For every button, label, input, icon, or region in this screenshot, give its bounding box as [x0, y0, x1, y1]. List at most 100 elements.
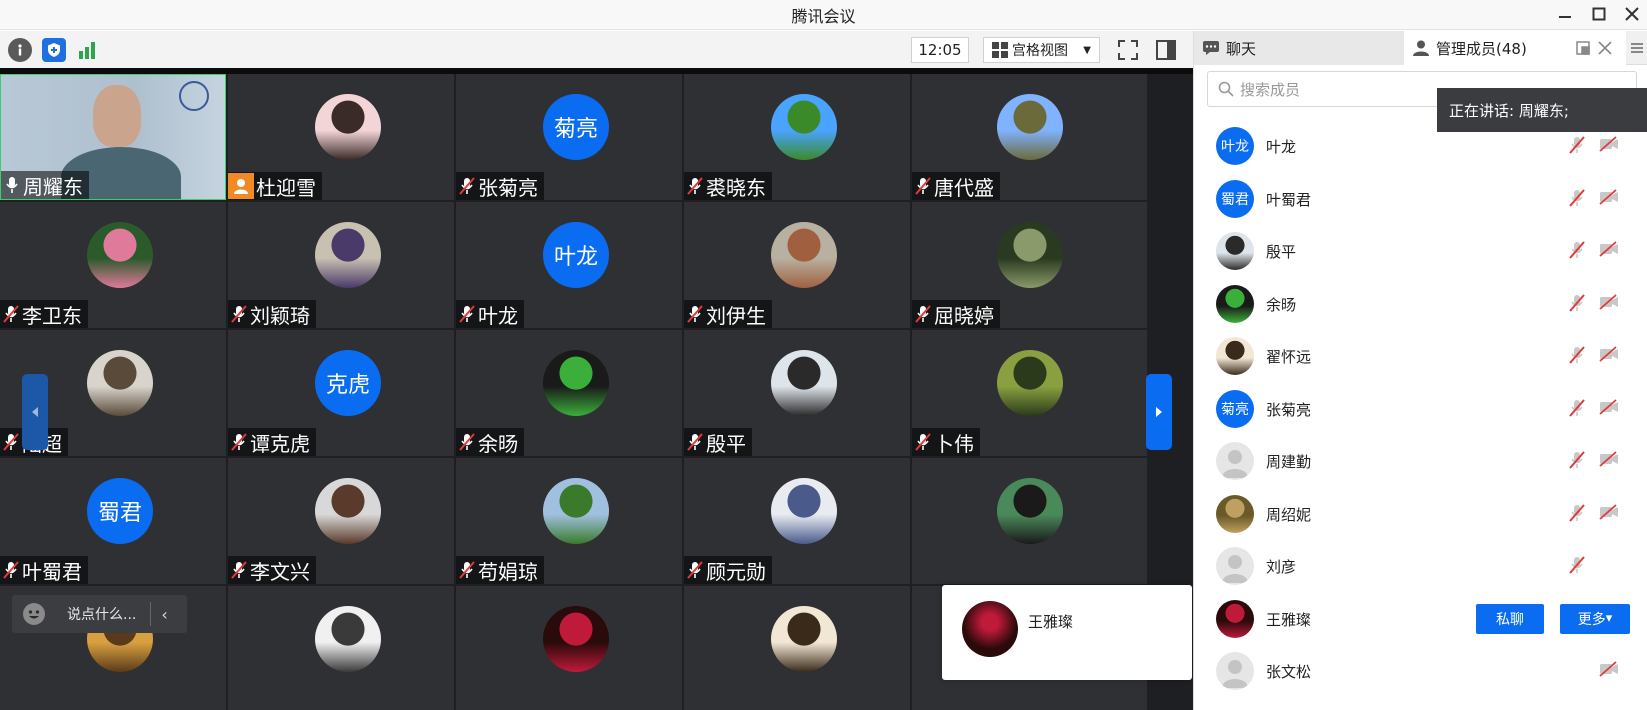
mic-muted-icon[interactable]: [1569, 556, 1589, 576]
security-shield-icon[interactable]: [42, 38, 66, 62]
participant-name-tag: 李卫东: [0, 300, 88, 328]
camera-off-icon[interactable]: [1599, 293, 1619, 314]
video-tile[interactable]: 菊亮 张菊亮: [456, 74, 682, 200]
member-row[interactable]: 周建勤: [1194, 434, 1647, 489]
member-avatar: [962, 601, 1018, 657]
member-row[interactable]: 殷平: [1194, 224, 1647, 279]
video-tile[interactable]: 刘颖琦: [228, 202, 454, 328]
search-icon: [1218, 81, 1234, 97]
tab-members[interactable]: 管理成员(48): [1404, 31, 1626, 65]
speaking-text: 正在讲话: 周耀东;: [1449, 101, 1569, 120]
avatar-text: 蜀君: [1221, 191, 1249, 208]
collapse-chevron-icon[interactable]: ‹: [161, 605, 167, 624]
avatar-text: 叶龙: [553, 245, 598, 270]
video-tile[interactable]: 裘晓东: [684, 74, 910, 200]
participant-name: 苟娟琼: [478, 559, 538, 584]
popout-icon[interactable]: [1576, 41, 1590, 59]
quick-chat-bar[interactable]: 说点什么... ‹: [12, 595, 187, 633]
mic-muted-icon: [230, 432, 248, 452]
video-tile[interactable]: 顾元勋: [684, 458, 910, 584]
participant-name: 唐代盛: [934, 175, 994, 200]
camera-off-icon[interactable]: [1599, 398, 1619, 419]
chat-input[interactable]: 说点什么...: [67, 604, 136, 624]
member-row[interactable]: 刘彦: [1194, 539, 1647, 594]
mic-muted-icon: [458, 176, 476, 196]
view-mode-dropdown[interactable]: 宫格视图 ▼: [983, 37, 1100, 63]
video-tile[interactable]: 杜迎雪: [228, 74, 454, 200]
participant-avatar: [87, 222, 153, 288]
video-tile[interactable]: 李卫东: [0, 202, 226, 328]
participant-name-tag: 叶蜀君: [0, 556, 88, 584]
member-row[interactable]: 蜀君 叶蜀君: [1194, 172, 1647, 227]
video-tile[interactable]: [684, 586, 910, 710]
mic-muted-icon[interactable]: [1569, 398, 1589, 419]
mic-muted-icon[interactable]: [1569, 293, 1589, 314]
mic-muted-icon[interactable]: [1569, 346, 1589, 366]
mic-muted-icon: [2, 560, 20, 580]
close-panel-icon[interactable]: [1598, 41, 1612, 59]
person-icon: [1413, 40, 1429, 56]
video-tile[interactable]: 余旸: [456, 330, 682, 456]
private-chat-button[interactable]: 私聊: [1476, 603, 1544, 634]
mic-muted-icon[interactable]: [1569, 136, 1589, 156]
member-row[interactable]: 翟怀远: [1194, 329, 1647, 384]
tab-chat[interactable]: 聊天: [1194, 31, 1404, 65]
participant-avatar: [87, 350, 153, 416]
info-icon[interactable]: [8, 38, 32, 62]
camera-off-icon[interactable]: [1599, 241, 1619, 261]
mic-muted-icon: [686, 560, 704, 580]
video-feed: [93, 85, 141, 147]
camera-off-icon[interactable]: [1599, 503, 1619, 524]
video-tile[interactable]: [912, 458, 1147, 584]
video-tile[interactable]: 殷平: [684, 330, 910, 456]
mic-muted-icon: [914, 176, 932, 196]
menu-icon[interactable]: [1626, 31, 1647, 65]
member-row[interactable]: 菊亮 张菊亮: [1194, 382, 1647, 437]
mic-muted-icon[interactable]: [1569, 503, 1589, 524]
more-label: 更多: [1577, 611, 1606, 628]
emoji-icon[interactable]: [23, 603, 45, 625]
prev-page-button[interactable]: [22, 374, 48, 450]
camera-off-icon[interactable]: [1599, 136, 1619, 156]
video-tile[interactable]: 叶龙 叶龙: [456, 202, 682, 328]
video-tile[interactable]: 卜伟: [912, 330, 1147, 456]
camera-off-icon[interactable]: [1599, 451, 1619, 471]
mic-muted-icon: [230, 304, 248, 324]
video-tile[interactable]: 唐代盛: [912, 74, 1147, 200]
video-tile[interactable]: 屈晓婷: [912, 202, 1147, 328]
video-tile[interactable]: 苟娟琼: [456, 458, 682, 584]
mic-muted-icon[interactable]: [1569, 241, 1589, 261]
member-row[interactable]: 王雅璨 私聊 更多 ▾: [1194, 592, 1647, 647]
video-tile[interactable]: 克虎 谭克虎: [228, 330, 454, 456]
member-row[interactable]: 余旸: [1194, 277, 1647, 332]
next-page-button[interactable]: [1146, 374, 1172, 450]
video-tile[interactable]: 周耀东: [0, 74, 226, 200]
mic-muted-icon[interactable]: [1569, 188, 1589, 209]
participant-avatar: 菊亮: [543, 94, 609, 160]
camera-off-icon[interactable]: [1599, 346, 1619, 366]
signal-icon[interactable]: [76, 38, 100, 62]
member-list: 叶龙 叶龙 蜀君 叶蜀君 殷平 余旸 翟怀远 菊亮 张菊亮 周建勤 周绍妮 刘彦 王雅璨 私聊 更多 ▾ 张文…: [1194, 119, 1647, 710]
member-avatar: [1216, 652, 1254, 690]
side-panel-toggle-icon[interactable]: [1153, 37, 1179, 63]
camera-off-icon[interactable]: [1599, 661, 1619, 681]
grid-view-icon: [992, 42, 1008, 58]
video-tile[interactable]: [456, 586, 682, 710]
more-button[interactable]: 更多 ▾: [1560, 603, 1630, 634]
participant-avatar: [315, 478, 381, 544]
camera-off-icon[interactable]: [1599, 188, 1619, 209]
video-tile[interactable]: 李文兴: [228, 458, 454, 584]
close-button[interactable]: [1620, 3, 1644, 25]
video-tile[interactable]: 蜀君 叶蜀君: [0, 458, 226, 584]
video-tile[interactable]: 刘伊生: [684, 202, 910, 328]
participant-name-tag: 顾元勋: [684, 556, 772, 584]
minimize-button[interactable]: [1553, 3, 1577, 25]
maximize-button[interactable]: [1587, 3, 1611, 25]
video-tile[interactable]: [228, 586, 454, 710]
fullscreen-icon[interactable]: [1115, 37, 1141, 63]
mic-muted-icon[interactable]: [1569, 451, 1589, 471]
member-row[interactable]: 周绍妮: [1194, 487, 1647, 542]
member-row[interactable]: 张文松: [1194, 644, 1647, 699]
search-placeholder: 搜索成员: [1240, 80, 1301, 99]
member-avatar: [1216, 547, 1254, 585]
